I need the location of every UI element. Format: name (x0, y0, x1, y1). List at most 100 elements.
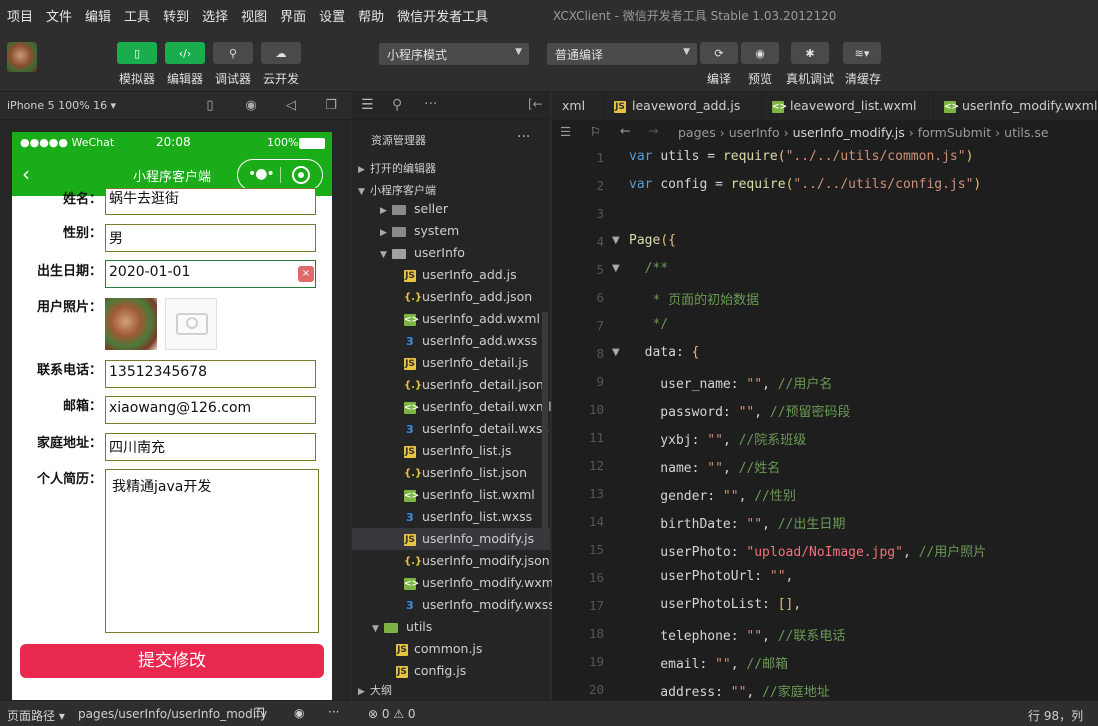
line-number: 16 (588, 570, 604, 585)
preview-button[interactable]: ◉ (741, 42, 779, 64)
editor-tab[interactable]: <> leaveword_list.wxml (762, 92, 934, 120)
menu-item[interactable]: 帮助 (358, 6, 384, 25)
editor-tab[interactable]: JS leaveword_add.js (604, 92, 762, 120)
outline-section[interactable]: ▶ 大纲 (358, 682, 392, 698)
explorer-more-icon[interactable]: ··· (517, 129, 530, 145)
menu-item[interactable]: 视图 (241, 6, 267, 25)
email-input[interactable]: xiaowang@126.com (105, 396, 316, 424)
eye-icon[interactable]: ◉ (294, 706, 304, 720)
close-mini-icon[interactable] (292, 166, 310, 184)
menu-item[interactable]: 项目 (7, 6, 33, 25)
list-icon[interactable]: ☰ (361, 97, 374, 113)
file-tree-item[interactable]: JS userInfo_add.js (352, 264, 550, 286)
file-tree-item[interactable]: 3 userInfo_detail.wxss (352, 418, 550, 440)
file-tree-item[interactable]: {.}userInfo_list.json (352, 462, 550, 484)
simulator-button[interactable]: ▯ (117, 42, 157, 64)
page-path-toggle[interactable]: 页面路径 ▾ (7, 707, 65, 724)
menu-item[interactable]: 界面 (280, 6, 306, 25)
compile-mode-select[interactable]: 普通编译 ▼ (547, 43, 697, 65)
file-tree-item[interactable]: <> userInfo_modify.wxml (352, 572, 557, 594)
resume-textarea[interactable]: 我精通java开发 (105, 469, 319, 633)
cursor-position[interactable]: 行 98，列 24 (1028, 707, 1098, 726)
file-tree-item[interactable]: ▼ userInfo (352, 242, 550, 264)
file-tree-item[interactable]: ▶ system (352, 220, 550, 242)
cloud-button[interactable]: ☁ (261, 42, 301, 64)
code-token: , (762, 629, 778, 644)
compile-button[interactable]: ⟳ (700, 42, 738, 64)
menu-item[interactable]: 微信开发者工具 (397, 6, 488, 25)
file-tree-item[interactable]: <> userInfo_list.wxml (352, 484, 550, 506)
fold-icon[interactable]: ▼ (612, 235, 620, 246)
more-icon[interactable]: •●• (248, 166, 275, 182)
breadcrumb-item[interactable]: pages (678, 125, 716, 140)
code-token: 联系电话 (793, 629, 846, 644)
mode-select[interactable]: 小程序模式 ▼ (379, 43, 529, 65)
js-file-icon: JS (396, 665, 408, 678)
device-select[interactable]: iPhone 5 100% 16 ▾ (7, 99, 116, 112)
gender-input[interactable]: 男 (105, 224, 316, 252)
breadcrumb-item[interactable]: utils.se (1004, 125, 1048, 140)
file-tree-item[interactable]: ▼ utils (352, 616, 550, 638)
copy-icon[interactable]: ❐ (254, 706, 265, 720)
volume-icon[interactable]: ◁ (283, 98, 299, 114)
breadcrumb-item[interactable]: formSubmit (918, 125, 992, 140)
file-tree-item[interactable]: {.}userInfo_add.json (352, 286, 550, 308)
file-tree-item[interactable]: 3 userInfo_modify.wxss (352, 594, 555, 616)
capsule-menu[interactable]: •●• (237, 159, 323, 191)
avatar[interactable] (7, 42, 37, 72)
list-icon[interactable]: ☰ (560, 124, 571, 139)
file-tree-item[interactable]: JS userInfo_modify.js (352, 528, 550, 550)
breadcrumb-item[interactable]: userInfo_modify.js (793, 125, 905, 140)
editor-tab[interactable]: xml (552, 92, 604, 120)
breadcrumb-item[interactable]: userInfo (729, 125, 780, 140)
file-tree-item[interactable]: JS config.js (352, 660, 550, 682)
phone-icon[interactable]: ▯ (202, 98, 218, 114)
menu-item[interactable]: 工具 (124, 6, 150, 25)
open-editors-section[interactable]: ▶ 打开的编辑器 (358, 160, 436, 176)
record-icon[interactable]: ◉ (243, 98, 259, 114)
menu-item[interactable]: 编辑 (85, 6, 111, 25)
back-arrow-icon[interactable]: ← (620, 123, 630, 138)
fold-icon[interactable]: ▼ (612, 263, 620, 274)
collapse-icon[interactable]: [← (528, 97, 543, 111)
menu-item[interactable]: 设置 (319, 6, 345, 25)
file-tree-item[interactable]: JS userInfo_detail.js (352, 352, 550, 374)
file-tree-item[interactable]: {.}userInfo_detail.json (352, 374, 550, 396)
file-tree-item[interactable]: JS userInfo_list.js (352, 440, 550, 462)
fold-icon[interactable]: ▼ (612, 347, 620, 358)
file-tree-item[interactable]: JS common.js (352, 638, 550, 660)
file-tree-item[interactable]: <> userInfo_add.wxml (352, 308, 550, 330)
clear-date-icon[interactable]: × (298, 266, 314, 282)
birth-input[interactable]: 2020-01-01 (105, 260, 316, 288)
menu-item[interactable]: 选择 (202, 6, 228, 25)
file-tree-item[interactable]: 3 userInfo_list.wxss (352, 506, 550, 528)
project-section[interactable]: ▼ 小程序客户端 (358, 182, 436, 198)
code-line: 3 (552, 200, 1098, 228)
editor-tab[interactable]: <> userInfo_modify.wxml (934, 92, 1098, 120)
explorer-scrollbar[interactable] (542, 312, 548, 542)
debugger-button[interactable]: ⚲ (213, 42, 253, 64)
address-input[interactable]: 四川南充 (105, 433, 316, 461)
user-photo[interactable] (105, 298, 157, 350)
phone-input[interactable]: 13512345678 (105, 360, 316, 388)
error-count[interactable]: ⊗ 0 ⚠ 0 (368, 707, 416, 721)
more-icon[interactable]: ··· (424, 96, 437, 112)
clear-cache-button[interactable]: ≋▾ (843, 42, 881, 64)
window-icon[interactable]: ❐ (323, 98, 339, 114)
code-editor: xml JS leaveword_add.js <> leaveword_list.wx… (552, 92, 1098, 700)
menu-item[interactable]: 文件 (46, 6, 72, 25)
search-icon[interactable]: ⚲ (392, 97, 402, 113)
editor-button[interactable]: ‹/› (165, 42, 205, 64)
bookmark-icon[interactable]: ⚐ (590, 124, 601, 139)
add-photo-button[interactable] (165, 298, 217, 350)
submit-button[interactable]: 提交修改 (20, 644, 324, 678)
file-tree-item[interactable]: ▶ seller (352, 198, 550, 220)
file-tree-item[interactable]: {.}userInfo_modify.json (352, 550, 550, 572)
forward-arrow-icon[interactable]: → (648, 123, 658, 138)
file-tree-item[interactable]: <> userInfo_detail.wxml (352, 396, 552, 418)
file-tree-item[interactable]: 3 userInfo_add.wxss (352, 330, 550, 352)
more-icon[interactable]: ··· (328, 705, 339, 719)
real-debug-button[interactable]: ✱ (791, 42, 829, 64)
menu-item[interactable]: 转到 (163, 6, 189, 25)
name-input[interactable]: 蜗牛去逛街 (105, 188, 316, 215)
